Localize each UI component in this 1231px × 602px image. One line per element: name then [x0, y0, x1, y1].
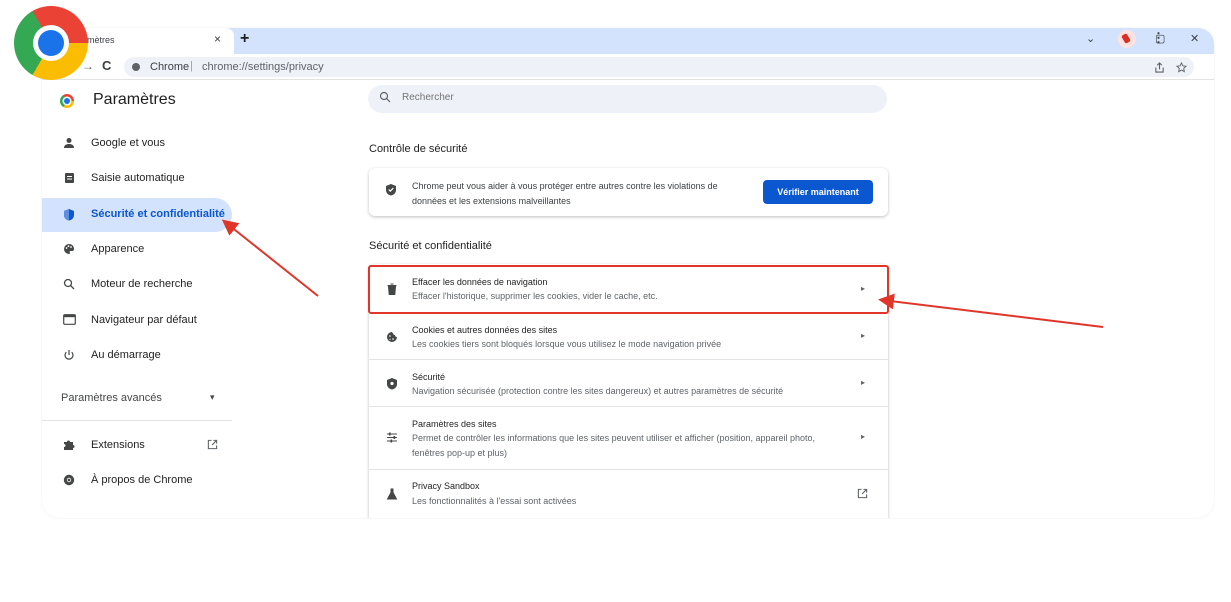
clipboard-icon	[62, 172, 76, 186]
person-icon	[62, 137, 76, 151]
sidebar-item-search-engine[interactable]: Moteur de recherche	[42, 268, 232, 302]
sidebar-item-label: Saisie automatique	[91, 172, 185, 184]
star-icon[interactable]	[1176, 62, 1187, 73]
sidebar-item-label: Moteur de recherche	[91, 278, 193, 290]
sidebar-item-label: Apparence	[91, 243, 145, 255]
chevron-right-icon: ▸	[861, 432, 866, 441]
sidebar-item-about[interactable]: À propos de Chrome	[42, 464, 232, 498]
browser-icon	[62, 314, 76, 328]
chevron-right-icon: ▸	[861, 378, 866, 387]
row-title: Effacer les données de navigation	[412, 277, 548, 287]
row-description: Effacer l'historique, supprimer les cook…	[412, 291, 658, 301]
sidebar-item-default-browser[interactable]: Navigateur par défaut	[42, 304, 232, 338]
power-icon	[62, 349, 76, 363]
open-in-new-icon[interactable]	[207, 439, 218, 450]
address-bar[interactable]: Chrome | chrome://settings/privacy	[124, 57, 1194, 77]
sidebar-item-startup[interactable]: Au démarrage	[42, 339, 232, 373]
security-shield-icon	[387, 378, 397, 390]
section-title-safety-check: Contrôle de sécurité	[369, 143, 468, 155]
row-site-settings[interactable]: Paramètres des sites Permet de contrôler…	[369, 407, 888, 470]
sidebar-item-label: Sécurité et confidentialité	[91, 208, 225, 220]
check-now-button[interactable]: Vérifier maintenant	[763, 180, 873, 204]
sidebar-item-label: Extensions	[91, 439, 145, 451]
sidebar-item-label: Google et vous	[91, 137, 165, 149]
sidebar-item-label: Navigateur par défaut	[91, 314, 197, 326]
safety-check-description: Chrome peut vous aider à vous protéger e…	[412, 181, 718, 206]
menu-icon[interactable]: ⋮	[1152, 30, 1165, 46]
sidebar-item-label: Au démarrage	[91, 349, 161, 361]
tab-search-icon[interactable]: ⌄	[1086, 32, 1095, 45]
row-security[interactable]: Sécurité Navigation sécurisée (protectio…	[369, 360, 888, 407]
row-title: Privacy Sandbox	[412, 481, 480, 491]
cookie-icon	[387, 332, 397, 342]
chrome-icon	[62, 474, 76, 488]
sidebar-item-extensions[interactable]: Extensions	[42, 429, 232, 463]
url-separator: |	[190, 60, 193, 72]
chevron-right-icon: ▸	[861, 284, 866, 293]
row-description: Les cookies tiers sont bloqués lorsque v…	[412, 339, 722, 349]
url-site-label: Chrome	[150, 61, 190, 73]
trash-icon	[387, 283, 397, 295]
url-text[interactable]: chrome://settings/privacy	[202, 61, 324, 73]
flask-icon	[386, 488, 398, 500]
row-clear-browsing-data[interactable]: Effacer les données de navigation Efface…	[369, 264, 888, 313]
shield-check-icon	[386, 184, 396, 196]
row-cookies[interactable]: Cookies et autres données des sites Les …	[369, 313, 888, 360]
search-icon	[379, 91, 391, 103]
palette-icon	[62, 243, 76, 257]
reload-button[interactable]: C	[102, 58, 111, 73]
row-description: Permet de contrôler les informations que…	[412, 433, 816, 458]
row-title: Cookies et autres données des sites	[412, 325, 558, 335]
search-input[interactable]	[402, 92, 702, 103]
sidebar-item-autofill[interactable]: Saisie automatique	[42, 162, 232, 196]
sidebar-item-label: À propos de Chrome	[91, 474, 193, 486]
page-title: Paramètres	[93, 91, 176, 108]
chrome-logo-icon	[14, 6, 88, 80]
new-tab-button[interactable]: +	[240, 30, 249, 48]
forward-icon[interactable]: →	[82, 59, 94, 73]
sidebar-item-google[interactable]: Google et vous	[42, 127, 232, 161]
row-privacy-sandbox[interactable]: Privacy Sandbox Les fonctionnalités à l'…	[369, 470, 888, 518]
tab-strip: amètres × + ⌄ — ▢ ✕	[42, 28, 1214, 54]
search-icon	[62, 278, 76, 292]
chevron-right-icon: ▸	[861, 331, 866, 340]
sliders-icon	[387, 432, 397, 443]
sidebar-item-appearance[interactable]: Apparence	[42, 233, 232, 267]
row-title: Paramètres des sites	[412, 419, 497, 429]
puzzle-icon	[62, 439, 76, 453]
chrome-logo-icon	[60, 94, 74, 108]
settings-search[interactable]	[368, 85, 887, 113]
toolbar: → C Chrome | chrome://settings/privacy	[42, 54, 1214, 80]
profile-avatar[interactable]	[1118, 30, 1136, 48]
row-title: Sécurité	[412, 372, 446, 382]
site-info-icon[interactable]	[132, 63, 140, 71]
chevron-down-icon[interactable]: ▾	[210, 392, 215, 403]
close-window-button[interactable]: ✕	[1190, 32, 1199, 45]
browser-window: amètres × + ⌄ — ▢ ✕ → C Chrome | chrome:…	[42, 28, 1214, 518]
sidebar-divider	[42, 420, 232, 421]
privacy-settings-list: Effacer les données de navigation Efface…	[369, 264, 888, 518]
close-tab-icon[interactable]: ×	[214, 32, 221, 46]
sidebar-item-security[interactable]: Sécurité et confidentialité	[42, 198, 232, 232]
safety-check-card: Chrome peut vous aider à vous protéger e…	[369, 168, 888, 216]
shield-icon	[62, 208, 76, 222]
advanced-settings-toggle[interactable]: Paramètres avancés	[61, 392, 162, 404]
section-title-privacy: Sécurité et confidentialité	[369, 240, 492, 252]
share-icon[interactable]	[1154, 62, 1165, 73]
row-description: Navigation sécurisée (protection contre …	[412, 386, 784, 396]
row-description: Les fonctionnalités à l'essai sont activ…	[412, 496, 577, 506]
open-in-new-icon	[857, 488, 868, 499]
